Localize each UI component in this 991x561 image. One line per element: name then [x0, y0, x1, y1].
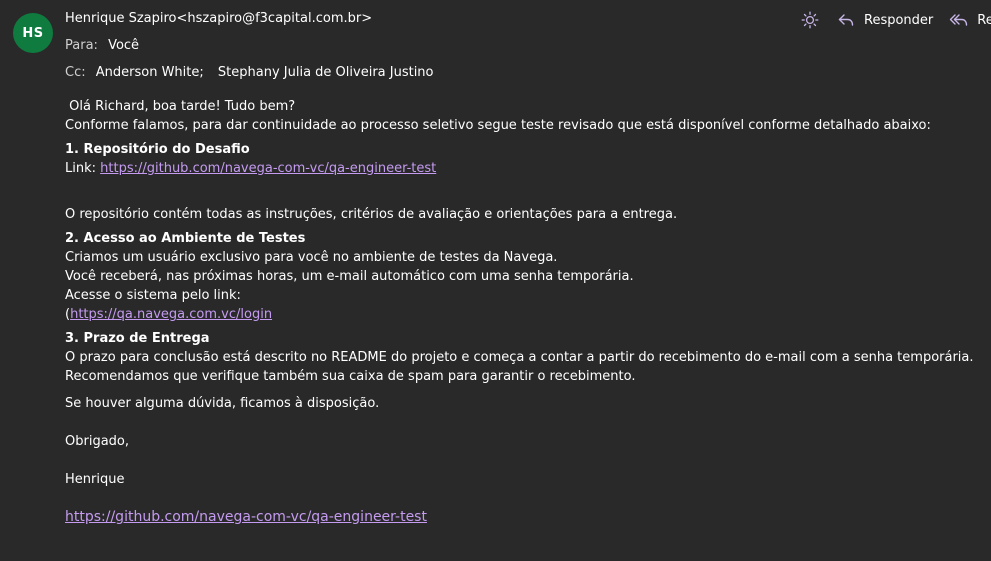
intro-text: Conforme falamos, para dar continuidade … — [65, 118, 931, 133]
section2-line1: Criamos um usuário exclusivo para você n… — [65, 250, 558, 265]
email-reading-pane: HS Henrique Szapiro<hszapiro@f3capital.c… — [0, 0, 991, 561]
section1-note: O repositório contém todas as instruções… — [65, 207, 678, 222]
footer-repository-link[interactable]: https://github.com/navega-com-vc/qa-engi… — [65, 509, 427, 525]
login-link[interactable]: https://qa.navega.com.vc/login — [70, 307, 272, 322]
sender-line[interactable]: Henrique Szapiro<hszapiro@f3capital.com.… — [65, 11, 372, 26]
cc-recipient[interactable]: Stephany Julia de Oliveira Justino — [218, 65, 434, 80]
reply-all-label: Res — [977, 12, 991, 28]
section2-title: 2. Acesso ao Ambiente de Testes — [65, 231, 306, 246]
section2-line2: Você receberá, nas próximas horas, um e-… — [65, 269, 634, 284]
to-recipient[interactable]: Você — [108, 38, 139, 53]
section2-line3: Acesse o sistema pelo link: — [65, 288, 241, 303]
to-label: Para: — [65, 38, 98, 53]
reply-icon — [836, 10, 856, 30]
greeting: Olá Richard, boa tarde! Tudo bem? — [65, 99, 296, 114]
sender-avatar[interactable]: HS — [13, 13, 53, 53]
section2-link-line: (https://qa.navega.com.vc/login — [65, 305, 965, 324]
to-line: Para: Você — [65, 38, 139, 53]
signature: Henrique — [65, 472, 125, 487]
reply-all-icon — [949, 10, 969, 30]
section3-line2: Recomendamos que verifique também sua ca… — [65, 369, 636, 384]
cc-line: Cc: Anderson White; Stephany Julia de Ol… — [65, 65, 444, 80]
closing-text: Se houver alguma dúvida, ficamos à dispo… — [65, 396, 380, 411]
sun-icon[interactable] — [800, 10, 820, 30]
section3-line1: O prazo para conclusão está descrito no … — [65, 350, 974, 365]
cc-recipient[interactable]: Anderson White; — [96, 65, 204, 80]
section1-link-line: Link: https://github.com/navega-com-vc/q… — [65, 159, 965, 178]
message-body: Olá Richard, boa tarde! Tudo bem? Confor… — [65, 97, 974, 527]
section1-title: 1. Repositório do Desafio — [65, 142, 250, 157]
reply-button[interactable]: Responder — [836, 10, 933, 30]
reply-label: Responder — [864, 12, 934, 28]
link-prefix: Link: — [65, 161, 101, 176]
repository-link[interactable]: https://github.com/navega-com-vc/qa-engi… — [100, 161, 436, 176]
cc-label: Cc: — [65, 65, 86, 80]
section3-title: 3. Prazo de Entrega — [65, 331, 210, 346]
thanks-text: Obrigado, — [65, 434, 129, 449]
message-actions: Responder Res — [800, 8, 991, 32]
reply-all-button[interactable]: Res — [949, 10, 991, 30]
footer-link-line: https://github.com/navega-com-vc/qa-engi… — [65, 508, 965, 527]
